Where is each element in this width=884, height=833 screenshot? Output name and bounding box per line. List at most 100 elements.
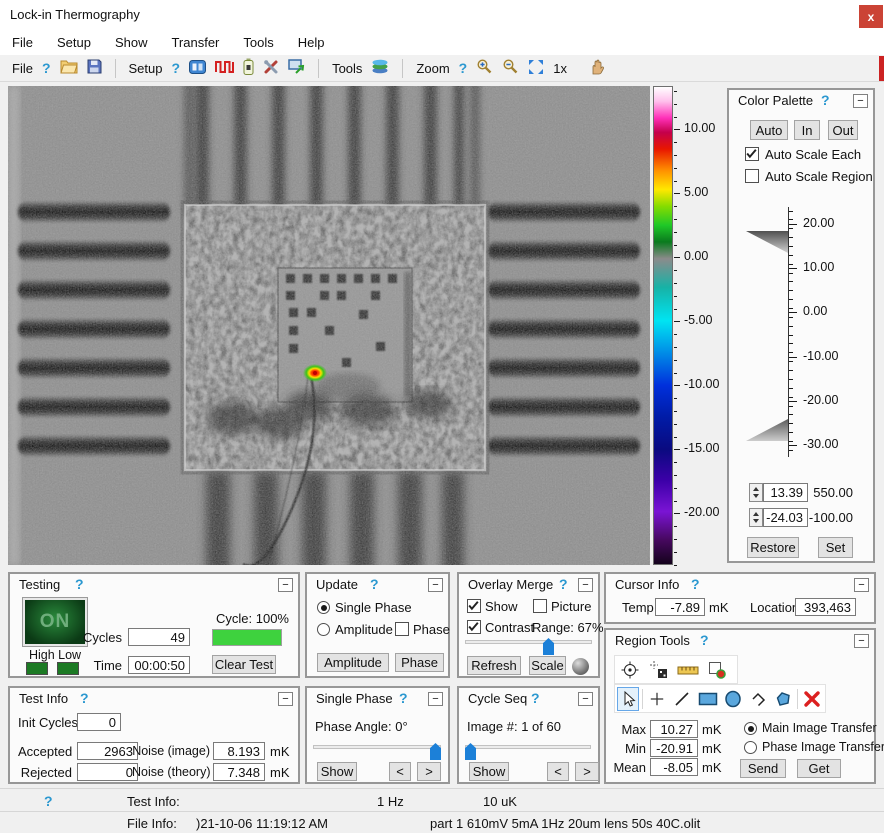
out-button[interactable]: Out xyxy=(828,120,858,140)
phase-slider-track[interactable] xyxy=(313,745,441,749)
help-icon[interactable]: ? xyxy=(370,577,379,591)
open-folder-icon[interactable] xyxy=(60,59,78,77)
collapse-button[interactable]: − xyxy=(578,578,593,592)
spin-down-icon[interactable] xyxy=(753,494,759,498)
collapse-button[interactable]: − xyxy=(278,578,293,592)
scale-button[interactable]: Scale xyxy=(529,656,566,675)
menu-file[interactable]: File xyxy=(0,31,45,54)
collapse-button[interactable]: − xyxy=(853,94,868,108)
collapse-button[interactable]: − xyxy=(428,578,443,592)
thermal-image[interactable] xyxy=(8,86,650,565)
battery-icon[interactable] xyxy=(243,58,254,78)
min-input[interactable]: -24.03 xyxy=(763,508,808,527)
phase-checkbox[interactable] xyxy=(395,622,409,636)
zoom-fit-icon[interactable] xyxy=(528,59,544,78)
panel-title: Cycle Seq xyxy=(468,691,527,706)
next-button[interactable]: > xyxy=(417,762,441,781)
clear-test-button[interactable]: Clear Test xyxy=(212,655,276,674)
contrast-checkbox[interactable] xyxy=(467,620,481,634)
file-help-icon[interactable]: ? xyxy=(42,61,51,75)
menu-help[interactable]: Help xyxy=(286,31,337,54)
help-icon[interactable]: ? xyxy=(559,577,568,591)
target-marker-icon[interactable] xyxy=(617,658,643,682)
amplitude-button[interactable]: Amplitude xyxy=(317,653,389,672)
cycle-slider-track[interactable] xyxy=(465,745,591,749)
min-spinner[interactable] xyxy=(749,508,763,527)
status-help-icon[interactable]: ? xyxy=(44,794,53,808)
picture-checkbox[interactable] xyxy=(533,599,547,613)
refresh-button[interactable]: Refresh xyxy=(467,656,521,675)
single-phase-radio[interactable] xyxy=(317,601,330,614)
line-tool[interactable] xyxy=(671,687,693,711)
contrast-slider-track[interactable] xyxy=(465,640,592,644)
max-input[interactable]: 13.39 xyxy=(763,483,808,502)
min-scale-handle[interactable] xyxy=(746,419,789,444)
next-button[interactable]: > xyxy=(575,762,599,781)
close-button[interactable]: x xyxy=(859,5,883,28)
spin-down-icon[interactable] xyxy=(753,519,759,523)
amplitude-radio[interactable] xyxy=(317,623,330,636)
restore-button[interactable]: Restore xyxy=(747,537,799,558)
ellipse-tool[interactable] xyxy=(722,687,744,711)
help-icon[interactable]: ? xyxy=(691,577,700,591)
collapse-button[interactable]: − xyxy=(278,692,293,706)
main-transfer-radio[interactable] xyxy=(744,722,757,735)
zoom-help-icon[interactable]: ? xyxy=(459,61,468,75)
collapse-button[interactable]: − xyxy=(854,634,869,648)
pan-hand-icon[interactable] xyxy=(590,59,605,78)
phase-button[interactable]: Phase xyxy=(395,653,444,672)
auto-scale-region-checkbox[interactable] xyxy=(745,169,759,183)
send-button[interactable]: Send xyxy=(740,759,786,778)
help-icon[interactable]: ? xyxy=(80,691,89,705)
show-button[interactable]: Show xyxy=(317,762,357,781)
layers-icon[interactable] xyxy=(371,59,389,77)
max-scale-handle[interactable] xyxy=(746,231,789,256)
help-icon[interactable]: ? xyxy=(399,691,408,705)
help-icon[interactable]: ? xyxy=(531,691,540,705)
thermal-image-canvas[interactable] xyxy=(8,86,650,565)
sphere-icon[interactable] xyxy=(572,658,589,675)
save-icon[interactable] xyxy=(87,59,102,77)
menu-tools[interactable]: Tools xyxy=(231,31,285,54)
spin-up-icon[interactable] xyxy=(753,512,759,516)
spin-up-icon[interactable] xyxy=(753,487,759,491)
pixel-grid-icon[interactable] xyxy=(646,658,672,682)
select-cursor-tool[interactable] xyxy=(617,687,639,711)
menu-show[interactable]: Show xyxy=(103,31,160,54)
collapse-button[interactable]: − xyxy=(854,578,869,592)
tools-icon[interactable] xyxy=(263,59,279,78)
phase-transfer-radio[interactable] xyxy=(744,741,757,754)
zoom-out-icon[interactable] xyxy=(502,58,519,78)
max-spinner[interactable] xyxy=(749,483,763,502)
ruler-icon[interactable] xyxy=(675,658,701,682)
prev-button[interactable]: < xyxy=(389,762,411,781)
auto-scale-each-checkbox[interactable] xyxy=(745,147,759,161)
menu-setup[interactable]: Setup xyxy=(45,31,103,54)
polygon-tool[interactable] xyxy=(772,687,794,711)
crosshair-tool[interactable] xyxy=(646,687,668,711)
setup-help-icon[interactable]: ? xyxy=(172,61,181,75)
help-icon[interactable]: ? xyxy=(700,633,709,647)
help-icon[interactable]: ? xyxy=(821,93,830,107)
rectangle-tool[interactable] xyxy=(697,687,719,711)
waveform-icon[interactable] xyxy=(215,60,234,76)
collapse-button[interactable]: − xyxy=(428,692,443,706)
min-limit: -100.00 xyxy=(803,510,853,525)
camera-settings-icon[interactable] xyxy=(189,60,206,77)
region-capture-icon[interactable] xyxy=(704,658,730,682)
get-button[interactable]: Get xyxy=(797,759,841,778)
min-value: -20.91 xyxy=(650,739,698,757)
show-checkbox[interactable] xyxy=(467,599,481,613)
polyline-tool[interactable] xyxy=(747,687,769,711)
auto-button[interactable]: Auto xyxy=(750,120,788,140)
in-button[interactable]: In xyxy=(794,120,820,140)
zoom-in-icon[interactable] xyxy=(476,58,493,78)
collapse-button[interactable]: − xyxy=(578,692,593,706)
transfer-icon[interactable] xyxy=(288,59,305,78)
delete-region-icon[interactable] xyxy=(801,687,823,711)
prev-button[interactable]: < xyxy=(547,762,569,781)
show-button[interactable]: Show xyxy=(469,762,509,781)
help-icon[interactable]: ? xyxy=(75,577,84,591)
menu-transfer[interactable]: Transfer xyxy=(159,31,231,54)
set-button[interactable]: Set xyxy=(818,537,853,558)
